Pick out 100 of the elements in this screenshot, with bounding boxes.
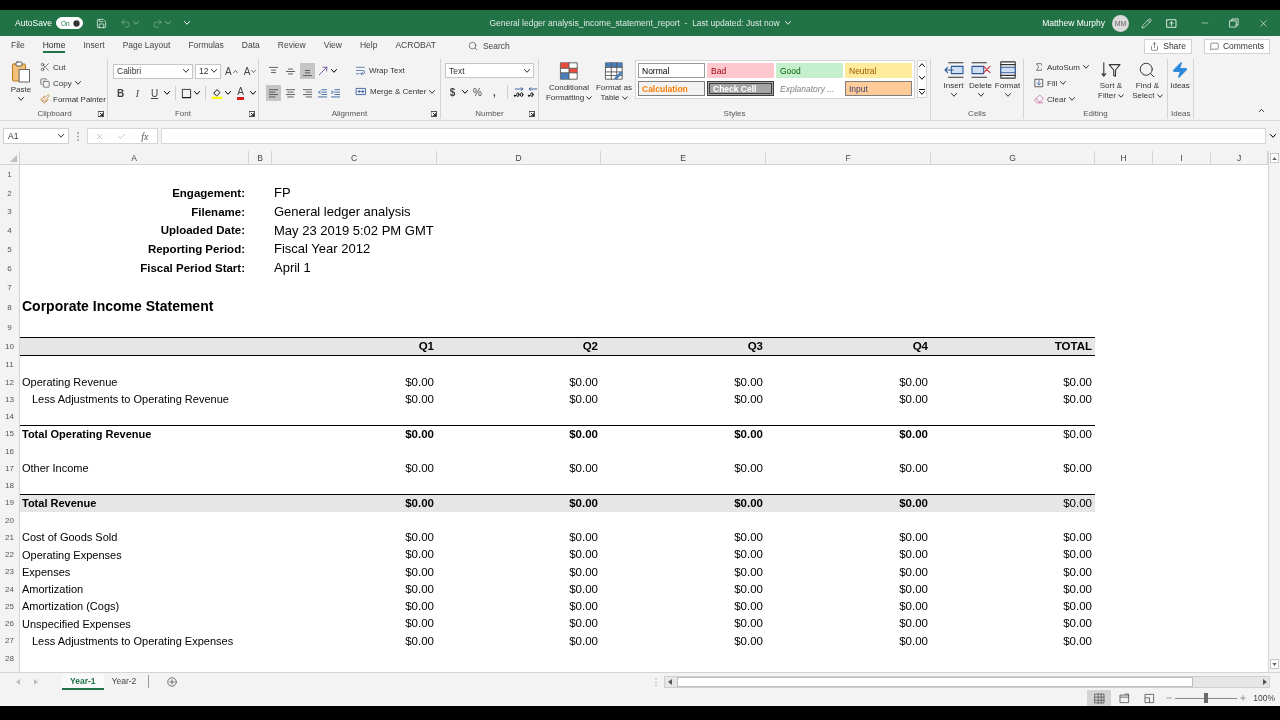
column-header[interactable]: E (601, 151, 766, 164)
caret-icon[interactable] (331, 69, 337, 73)
scroll-down-icon[interactable] (919, 76, 925, 80)
name-box[interactable]: A1 (3, 128, 69, 144)
caret-icon[interactable] (194, 91, 200, 95)
insert-function-button[interactable]: fx (139, 130, 151, 142)
cell-style-button[interactable]: Good (776, 63, 843, 78)
column-header[interactable]: B (249, 151, 272, 164)
column-header[interactable]: G (931, 151, 1095, 164)
ribbon-tab[interactable]: Help (359, 39, 378, 53)
fill-color-icon[interactable] (211, 87, 223, 99)
ribbon-tab[interactable]: Data (241, 39, 260, 53)
collapse-ribbon-icon[interactable] (1257, 106, 1266, 115)
number-format-dropdown[interactable]: Text (445, 63, 534, 78)
scroll-right-icon[interactable] (1262, 678, 1267, 685)
decrease-indent-icon[interactable] (317, 87, 328, 99)
clear-button[interactable]: Clear (1032, 91, 1091, 107)
restore-icon[interactable] (1229, 18, 1239, 28)
horizontal-scrollbar[interactable] (664, 675, 1270, 688)
zoom-slider-thumb[interactable] (1204, 693, 1209, 703)
drag-handle-icon[interactable] (655, 677, 657, 686)
comma-style-button[interactable]: , (487, 84, 502, 100)
horizontal-align-button[interactable] (266, 85, 281, 101)
caret-icon[interactable] (164, 91, 170, 95)
cell-style-button[interactable]: Input (845, 81, 912, 96)
search-field[interactable]: Search (482, 41, 553, 51)
ribbon-tab[interactable]: Page Layout (122, 39, 171, 53)
conditional-formatting-button[interactable]: Conditional Formatting (545, 59, 593, 103)
search-icon[interactable] (467, 41, 478, 51)
caret-icon[interactable] (462, 90, 468, 94)
cells-button[interactable]: Delete (967, 59, 994, 97)
save-icon[interactable] (95, 17, 107, 29)
ribbon-tab[interactable]: ACROBAT (395, 39, 436, 53)
percent-button[interactable]: % (470, 84, 485, 100)
paste-button[interactable]: Paste (8, 59, 34, 101)
cell-style-button[interactable]: Normal (638, 63, 705, 78)
column-header[interactable]: D (437, 151, 601, 164)
ribbon-tab[interactable]: Formulas (188, 39, 224, 53)
caret-icon[interactable] (225, 91, 231, 95)
ribbon-tab[interactable]: File (11, 39, 25, 53)
ribbon-display-icon[interactable] (1166, 17, 1177, 29)
underline-button[interactable]: U (147, 85, 162, 101)
increase-indent-icon[interactable] (330, 87, 341, 99)
scroll-left-icon[interactable] (667, 678, 672, 685)
ribbon-tab[interactable]: Home (42, 39, 66, 53)
sheet-tab[interactable]: Year-2 (103, 673, 145, 690)
more-icon[interactable] (919, 89, 925, 95)
dialog-launcher-icon[interactable] (98, 110, 104, 117)
font-size-dropdown[interactable]: 12 (195, 63, 221, 79)
format-painter-button[interactable]: Format Painter (38, 91, 108, 107)
sheet-tab[interactable]: Year-1 (62, 673, 104, 690)
column-header[interactable]: F (766, 151, 931, 164)
column-header[interactable]: I (1153, 151, 1211, 164)
ribbon-tab[interactable]: Review (277, 39, 306, 53)
fill-button[interactable]: Fill (1032, 75, 1091, 91)
cells-button[interactable]: Format (994, 59, 1021, 97)
decrease-decimal-icon[interactable] (527, 86, 539, 98)
caret-icon[interactable] (250, 91, 256, 95)
close-icon[interactable] (1258, 17, 1269, 29)
column-header[interactable]: C (272, 151, 437, 164)
font-color-button[interactable]: A (233, 85, 248, 101)
vertical-align-button[interactable] (300, 63, 315, 79)
find-select-button[interactable]: Find & Select (1130, 59, 1164, 101)
borders-icon[interactable] (181, 87, 192, 99)
dialog-launcher-icon[interactable] (249, 110, 255, 117)
grow-font-button[interactable]: A (223, 63, 240, 79)
scroll-up-button[interactable] (1270, 153, 1279, 163)
italic-button[interactable]: I (130, 85, 145, 101)
cut-button[interactable]: Cut (38, 59, 108, 75)
sort-filter-button[interactable]: Sort & Filter (1095, 59, 1126, 101)
copy-button[interactable]: Copy (38, 75, 108, 91)
column-header[interactable]: A (20, 151, 249, 164)
font-name-dropdown[interactable]: Calibri (113, 63, 193, 79)
shrink-font-button[interactable]: A (241, 63, 259, 79)
zoom-slider[interactable] (1175, 693, 1238, 703)
format-as-table-button[interactable]: Format as Table (595, 59, 633, 103)
formula-input[interactable] (161, 128, 1266, 144)
dialog-launcher-icon[interactable] (431, 110, 437, 117)
caret-icon[interactable] (1270, 134, 1276, 138)
cell-style-button[interactable]: Bad (707, 63, 774, 78)
merge-center-button[interactable]: Merge & Center (353, 84, 438, 99)
ribbon-tab[interactable]: Insert (83, 39, 105, 53)
scroll-up-icon[interactable] (919, 63, 925, 67)
increase-decimal-icon[interactable] (513, 86, 525, 98)
ribbon-tab[interactable]: View (323, 39, 342, 53)
ideas-button[interactable]: Ideas (1169, 59, 1191, 91)
cell-style-button[interactable]: Neutral (845, 63, 912, 78)
comments-button[interactable]: Comments (1203, 38, 1270, 54)
scroll-thumb[interactable] (677, 676, 1193, 687)
currency-button[interactable]: $ (445, 84, 460, 100)
share-button[interactable]: Share (1144, 38, 1192, 54)
dialog-launcher-icon[interactable] (529, 110, 535, 117)
column-header[interactable]: H (1095, 151, 1153, 164)
autosum-button[interactable]: AutoSum (1032, 59, 1091, 75)
bold-button[interactable]: B (113, 85, 128, 101)
pen-icon[interactable] (1141, 17, 1152, 29)
cells-button[interactable]: Insert (940, 59, 967, 97)
scroll-down-button[interactable] (1270, 659, 1279, 669)
wrap-text-button[interactable]: Wrap Text (353, 63, 438, 78)
view-button[interactable] (1087, 690, 1112, 706)
